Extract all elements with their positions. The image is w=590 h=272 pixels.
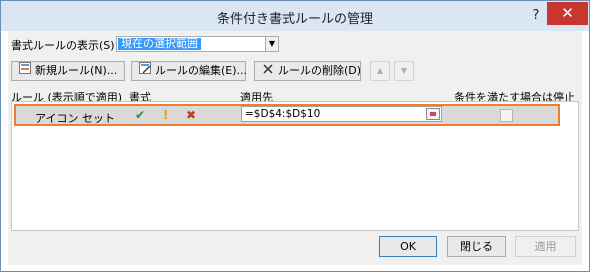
delete-rule-button[interactable]: ルールの削除(D) xyxy=(254,61,361,81)
close-button[interactable]: 閉じる xyxy=(447,236,506,257)
rules-list: アイコン セット ✔ ! ✖ =$D$4:$D$10 xyxy=(11,101,579,231)
edit-rule-label: ルールの編集(E)... xyxy=(155,64,248,77)
stop-if-true-checkbox[interactable] xyxy=(500,109,513,122)
help-icon[interactable]: ? xyxy=(527,6,545,26)
cross-icon: ✖ xyxy=(186,108,197,122)
dialog-body: 書式ルールの表示(S): 現在の選択範囲 ▼ 新規ルール(N)... ルールの編… xyxy=(8,31,582,265)
applies-to-field[interactable]: =$D$4:$D$10 xyxy=(241,106,442,122)
edit-rule-button[interactable]: ルールの編集(E)... xyxy=(131,61,248,81)
move-down-button[interactable]: ▼ xyxy=(394,61,414,81)
scope-select[interactable]: 現在の選択範囲 ▼ xyxy=(116,36,279,52)
ok-button[interactable]: OK xyxy=(379,236,437,257)
chevron-down-icon[interactable]: ▼ xyxy=(265,37,278,51)
rule-row[interactable]: アイコン セット ✔ ! ✖ =$D$4:$D$10 xyxy=(14,104,560,126)
applies-to-value: =$D$4:$D$10 xyxy=(245,108,321,120)
move-up-button[interactable]: ▲ xyxy=(370,61,390,81)
new-rule-button[interactable]: 新規ルール(N)... xyxy=(11,61,125,81)
exclamation-icon: ! xyxy=(163,108,169,122)
new-rule-label: 新規ルール(N)... xyxy=(35,64,118,77)
range-picker-icon[interactable] xyxy=(426,108,440,120)
edit-rule-icon xyxy=(138,62,152,80)
apply-button[interactable]: 適用 xyxy=(515,236,576,257)
conditional-format-manager-dialog: 条件付き書式ルールの管理 ? ✕ 書式ルールの表示(S): 現在の選択範囲 ▼ … xyxy=(0,0,590,272)
rule-name: アイコン セット xyxy=(35,112,115,125)
check-icon: ✔ xyxy=(135,108,146,122)
scope-label: 書式ルールの表示(S): xyxy=(11,39,119,52)
delete-rule-label: ルールの削除(D) xyxy=(278,64,362,77)
title-bar: 条件付き書式ルールの管理 ? ✕ xyxy=(1,1,589,31)
close-icon[interactable]: ✕ xyxy=(547,2,588,25)
scope-selected-value: 現在の選択範囲 xyxy=(118,38,201,50)
delete-x-icon xyxy=(261,62,275,80)
new-rule-icon xyxy=(18,62,32,80)
dialog-title: 条件付き書式ルールの管理 xyxy=(216,12,373,27)
